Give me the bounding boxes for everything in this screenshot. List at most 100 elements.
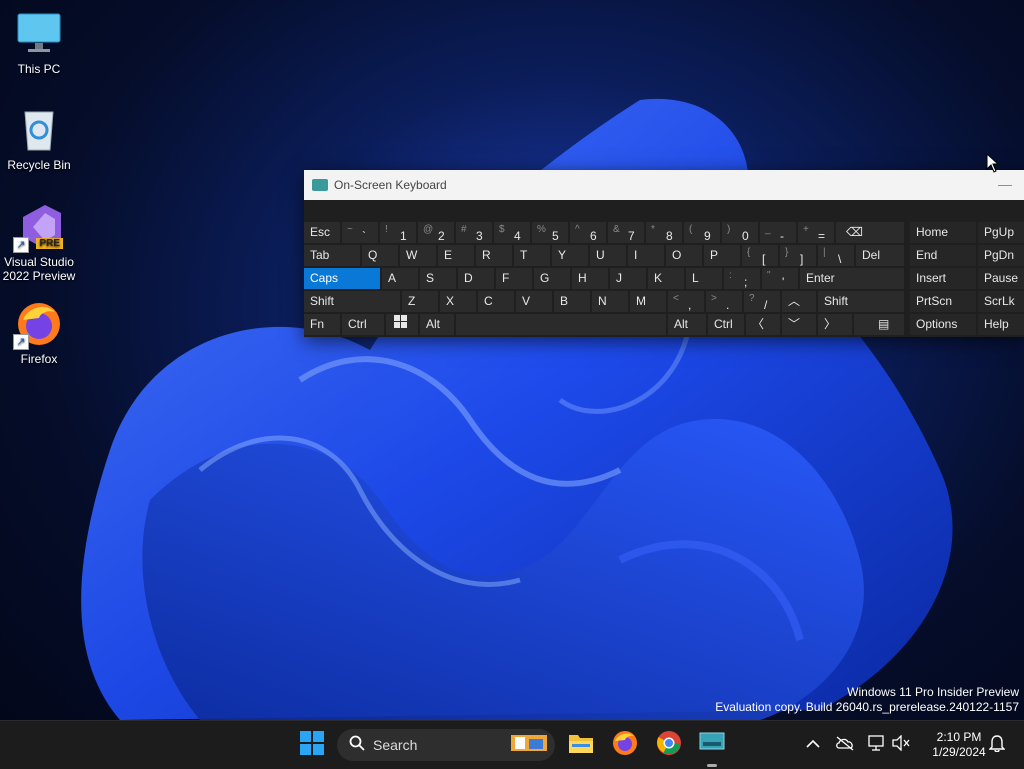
key-0[interactable]: ) 0 — [722, 222, 758, 243]
key-n[interactable]: N — [592, 291, 628, 312]
key-q[interactable]: Q — [362, 245, 398, 266]
key-fn[interactable]: Fn — [304, 314, 340, 335]
key-shift-left[interactable]: Shift — [304, 291, 400, 312]
key-enter[interactable]: Enter — [800, 268, 904, 289]
key-j[interactable]: J — [610, 268, 646, 289]
key-l[interactable]: L — [686, 268, 722, 289]
options-button[interactable]: Options — [910, 314, 976, 335]
osk-title-bar[interactable]: On-Screen Keyboard — — [304, 170, 1024, 200]
key-p[interactable]: P — [704, 245, 740, 266]
key-m[interactable]: M — [630, 291, 666, 312]
key-period[interactable]: >. — [706, 291, 742, 312]
desktop-icon-recycle-bin[interactable]: Recycle Bin — [1, 106, 77, 172]
key-y[interactable]: Y — [552, 245, 588, 266]
key-shift-char: { — [747, 247, 751, 258]
key-c[interactable]: C — [478, 291, 514, 312]
key-alt-right[interactable]: Alt — [668, 314, 706, 335]
key-alt-left[interactable]: Alt — [420, 314, 454, 335]
key-char: 4 — [514, 229, 521, 243]
key-backspace[interactable]: ⌫ — [836, 222, 904, 243]
minimize-button[interactable]: — — [998, 176, 1012, 192]
key-v[interactable]: V — [516, 291, 552, 312]
taskbar-file-explorer[interactable] — [565, 729, 597, 761]
taskbar-firefox[interactable] — [609, 729, 641, 761]
key-pause[interactable]: Pause — [978, 268, 1024, 289]
key-shift-right[interactable]: Shift — [818, 291, 904, 312]
key-u[interactable]: U — [590, 245, 626, 266]
key-x[interactable]: X — [440, 291, 476, 312]
key-7[interactable]: & 7 — [608, 222, 644, 243]
key-8[interactable]: * 8 — [646, 222, 682, 243]
key-end[interactable]: End — [910, 245, 976, 266]
volume-tray-button[interactable] — [885, 729, 917, 761]
key-comma[interactable]: <, — [668, 291, 704, 312]
key-k[interactable]: K — [648, 268, 684, 289]
key-a[interactable]: A — [382, 268, 418, 289]
key-f[interactable]: F — [496, 268, 532, 289]
key-quote[interactable]: " ' — [762, 268, 798, 289]
taskbar-on-screen-keyboard[interactable] — [696, 729, 728, 767]
key-i[interactable]: I — [628, 245, 664, 266]
key-1[interactable]: ! 1 — [380, 222, 416, 243]
key-w[interactable]: W — [400, 245, 436, 266]
key-d[interactable]: D — [458, 268, 494, 289]
desktop-icon-firefox[interactable]: ↗ Firefox — [1, 300, 77, 366]
key-scrlk[interactable]: ScrLk — [978, 291, 1024, 312]
key-home[interactable]: Home — [910, 222, 976, 243]
key-tab[interactable]: Tab — [304, 245, 360, 266]
key-h[interactable]: H — [572, 268, 608, 289]
desktop-icon-visual-studio[interactable]: PRE ↗ Visual Studio 2022 Preview — [1, 203, 77, 283]
key-4[interactable]: $4 — [494, 222, 530, 243]
key-s[interactable]: S — [420, 268, 456, 289]
key-char: , — [688, 298, 692, 312]
taskbar-chrome[interactable] — [653, 729, 685, 761]
notifications-button[interactable] — [981, 729, 1013, 761]
key-arrow-left[interactable]: 〈 — [746, 314, 780, 335]
key-b[interactable]: B — [554, 291, 590, 312]
key-9[interactable]: (9 — [684, 222, 720, 243]
key-o[interactable]: O — [666, 245, 702, 266]
key-z[interactable]: Z — [402, 291, 438, 312]
key-arrow-down[interactable]: ﹀ — [782, 314, 816, 335]
key-ctrl-left[interactable]: Ctrl — [342, 314, 384, 335]
key-equals[interactable]: + = — [798, 222, 834, 243]
onedrive-tray-button[interactable] — [829, 729, 861, 761]
key-e[interactable]: E — [438, 245, 474, 266]
key-right-bracket[interactable]: }] — [780, 245, 816, 266]
key-backslash[interactable]: | \ — [818, 245, 854, 266]
key-5[interactable]: % 5 — [532, 222, 568, 243]
key-pgup[interactable]: PgUp — [978, 222, 1024, 243]
taskbar-search-box[interactable]: Search — [337, 729, 555, 761]
key-pgdn[interactable]: PgDn — [978, 245, 1024, 266]
key-char: . — [726, 298, 730, 312]
key-ctrl-right[interactable]: Ctrl — [708, 314, 744, 335]
key-tilde[interactable]: ~ ` — [342, 222, 378, 243]
on-screen-keyboard-window[interactable]: On-Screen Keyboard — Esc ~ ` ! 1 @2 #3 $4 … — [304, 170, 1024, 337]
key-2[interactable]: @2 — [418, 222, 454, 243]
key-slash[interactable]: ? / — [744, 291, 780, 312]
key-insert[interactable]: Insert — [910, 268, 976, 289]
key-left-bracket[interactable]: {[ — [742, 245, 778, 266]
key-arrow-up[interactable]: ︿ — [782, 291, 816, 312]
key-del[interactable]: Del — [856, 245, 904, 266]
key-g[interactable]: G — [534, 268, 570, 289]
keyboard-app-icon — [312, 179, 328, 191]
key-3[interactable]: #3 — [456, 222, 492, 243]
key-esc[interactable]: Esc — [304, 222, 340, 243]
key-semicolon[interactable]: :; — [724, 268, 760, 289]
key-prtscn[interactable]: PrtScn — [910, 291, 976, 312]
key-r[interactable]: R — [476, 245, 512, 266]
key-shift-char: ? — [749, 293, 755, 304]
key-caps[interactable]: Caps — [304, 268, 380, 289]
key-t[interactable]: T — [514, 245, 550, 266]
show-hidden-icons-button[interactable] — [797, 729, 829, 761]
key-space[interactable] — [456, 314, 666, 335]
help-button[interactable]: Help — [978, 314, 1024, 335]
key-6[interactable]: ^ 6 — [570, 222, 606, 243]
key-arrow-right[interactable]: 〉 — [818, 314, 852, 335]
key-menu[interactable]: ▤ — [854, 314, 904, 335]
desktop-icon-this-pc[interactable]: This PC — [1, 10, 77, 76]
start-button[interactable] — [296, 729, 328, 761]
key-minus[interactable]: _ - — [760, 222, 796, 243]
key-windows[interactable] — [386, 314, 418, 335]
